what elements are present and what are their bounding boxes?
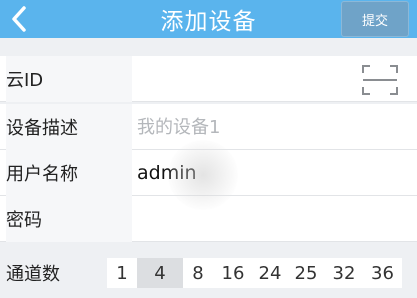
channel-option[interactable]: 36 — [363, 258, 402, 288]
channel-option[interactable]: 1 — [107, 258, 137, 288]
channel-count-row: 通道数 1 4 8 16 24 25 32 36 — [0, 250, 417, 298]
password-label: 密码 — [6, 196, 132, 242]
qr-scan-icon[interactable] — [362, 65, 398, 95]
submit-button[interactable]: 提交 — [341, 1, 409, 37]
blurred-overlay — [168, 140, 238, 210]
title-bar: 添加设备 提交 — [0, 0, 417, 38]
device-desc-label: 设备描述 — [6, 104, 132, 150]
username-label: 用户名称 — [6, 150, 132, 196]
channel-option[interactable]: 8 — [183, 258, 213, 288]
channel-option[interactable]: 24 — [253, 258, 287, 288]
password-input[interactable] — [133, 196, 363, 242]
add-device-screen: 添加设备 提交 云ID 设备描述 用户名称 密码 — [0, 0, 417, 298]
channel-count-label: 通道数 — [6, 264, 60, 285]
channel-option[interactable]: 32 — [325, 258, 363, 288]
channel-option[interactable]: 16 — [213, 258, 253, 288]
channel-count-selector: 1 4 8 16 24 25 32 36 — [107, 258, 402, 288]
device-desc-input[interactable] — [133, 104, 363, 150]
cloud-id-label: 云ID — [6, 56, 132, 102]
channel-option-selected[interactable]: 4 — [137, 258, 183, 288]
channel-option[interactable]: 25 — [287, 258, 325, 288]
cloud-id-row: 云ID — [0, 56, 417, 102]
cloud-id-input[interactable] — [133, 56, 363, 102]
